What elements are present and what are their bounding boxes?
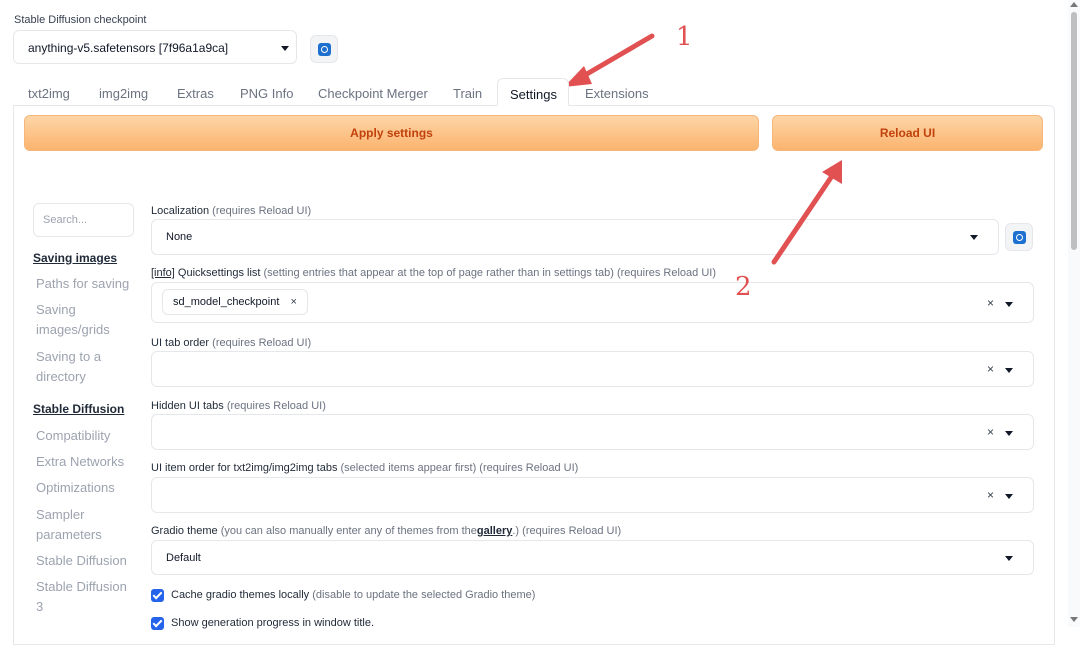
localization-value: None <box>166 231 193 243</box>
checkpoint-refresh-button[interactable] <box>310 35 338 63</box>
tab-settings-label: Settings <box>510 87 557 102</box>
sidebar-item-saving-images-grids[interactable]: Saving images/grids <box>36 300 136 340</box>
refresh-icon <box>1013 231 1026 244</box>
hidden-tabs-note: (requires Reload UI) <box>226 400 326 412</box>
item-order-multiselect[interactable]: × <box>151 477 1034 513</box>
localization-refresh-button[interactable] <box>1005 223 1033 251</box>
sidebar-item-sampler-parameters[interactable]: Sampler parameters <box>36 505 136 545</box>
gradio-theme-title: Gradio theme <box>151 525 218 537</box>
settings-search-input[interactable]: Search... <box>33 203 134 237</box>
tab-txt2img[interactable]: txt2img <box>28 86 70 101</box>
quicksettings-info-link[interactable]: [info] <box>151 267 175 279</box>
sidebar-item-saving-to-a-directory[interactable]: Saving to a directory <box>36 347 136 387</box>
hidden-tabs-multiselect[interactable]: × <box>151 414 1034 450</box>
tab-order-label: UI tab order (requires Reload UI) <box>151 337 311 349</box>
sidebar-item-stable-diffusion-3[interactable]: Stable Diffusion 3 <box>36 577 136 617</box>
quicksettings-label: [info] Quicksettings list (setting entri… <box>151 267 716 279</box>
clear-icon[interactable]: × <box>987 296 994 310</box>
tab-extensions[interactable]: Extensions <box>585 86 649 101</box>
checkpoint-label: Stable Diffusion checkpoint <box>14 14 147 26</box>
show-progress-label: Show generation progress in window title… <box>171 617 375 629</box>
chip-label: sd_model_checkpoint <box>173 296 280 308</box>
clear-icon[interactable]: × <box>987 425 994 439</box>
quicksettings-multiselect[interactable]: sd_model_checkpoint × × <box>151 282 1034 323</box>
show-progress-checkbox[interactable] <box>151 617 164 630</box>
sidebar-item-paths-for-saving[interactable]: Paths for saving <box>36 274 136 294</box>
gradio-theme-value: Default <box>166 552 201 564</box>
tab-order-title: UI tab order <box>151 337 210 349</box>
quicksettings-chip: sd_model_checkpoint × <box>162 289 308 315</box>
tab-settings[interactable]: Settings <box>497 78 569 106</box>
scroll-down-icon[interactable] <box>1070 617 1078 622</box>
hidden-tabs-label: Hidden UI tabs (requires Reload UI) <box>151 400 326 412</box>
chevron-down-icon <box>1005 556 1013 561</box>
cache-themes-title: Cache gradio themes locally <box>171 589 310 601</box>
chevron-down-icon[interactable] <box>1005 302 1013 307</box>
sidebar-item-stable-diffusion[interactable]: Stable Diffusion <box>36 551 136 571</box>
item-order-note: (selected items appear first) (requires … <box>340 462 579 474</box>
clear-icon[interactable]: × <box>987 488 994 502</box>
refresh-icon <box>318 43 331 56</box>
sidebar-item-optimizations[interactable]: Optimizations <box>36 478 136 498</box>
localization-label: Localization (requires Reload UI) <box>151 205 311 217</box>
quicksettings-title: Quicksettings list <box>177 267 261 279</box>
chevron-down-icon[interactable] <box>1005 431 1013 436</box>
item-order-label: UI item order for txt2img/img2img tabs (… <box>151 462 578 474</box>
gallery-link[interactable]: gallery <box>477 525 512 537</box>
cache-themes-checkbox[interactable] <box>151 589 164 602</box>
chevron-down-icon[interactable] <box>1005 368 1013 373</box>
checkpoint-value: anything-v5.safetensors [7f96a1a9ca] <box>28 41 229 55</box>
gradio-theme-note-post: .) (requires Reload UI) <box>512 525 622 537</box>
cache-themes-label: Cache gradio themes locally (disable to … <box>171 589 535 601</box>
scrollbar-thumb[interactable] <box>1071 12 1077 250</box>
tab-order-note: (requires Reload UI) <box>212 337 312 349</box>
clear-icon[interactable]: × <box>987 362 994 376</box>
tab-checkpoint-merger[interactable]: Checkpoint Merger <box>318 86 428 101</box>
checkpoint-dropdown[interactable]: anything-v5.safetensors [7f96a1a9ca] <box>13 30 297 64</box>
gradio-theme-label: Gradio theme (you can also manually ente… <box>151 525 621 537</box>
gradio-theme-dropdown[interactable]: Default <box>151 540 1034 575</box>
chip-remove-icon[interactable]: × <box>290 296 296 308</box>
tab-extras[interactable]: Extras <box>177 86 214 101</box>
reload-ui-button[interactable]: Reload UI <box>772 115 1043 151</box>
quicksettings-note: (setting entries that appear at the top … <box>263 267 716 279</box>
tab-order-multiselect[interactable]: × <box>151 351 1034 387</box>
gradio-theme-note-pre: (you can also manually enter any of them… <box>220 525 477 537</box>
scroll-up-icon[interactable] <box>1070 2 1078 7</box>
search-placeholder: Search... <box>43 214 88 226</box>
sidebar-item-compatibility[interactable]: Compatibility <box>36 426 136 446</box>
hidden-tabs-title: Hidden UI tabs <box>151 400 224 412</box>
sidebar-section-stable-diffusion[interactable]: Stable Diffusion <box>33 402 124 416</box>
sidebar-item-extra-networks[interactable]: Extra Networks <box>36 452 136 472</box>
localization-dropdown[interactable]: None <box>151 219 999 255</box>
chevron-down-icon <box>281 46 289 51</box>
chevron-down-icon[interactable] <box>1005 494 1013 499</box>
tab-png-info[interactable]: PNG Info <box>240 86 293 101</box>
annotation-number-1: 1 <box>676 22 693 52</box>
tab-train[interactable]: Train <box>453 86 482 101</box>
tab-img2img[interactable]: img2img <box>99 86 148 101</box>
sidebar-section-saving-images[interactable]: Saving images <box>33 251 117 265</box>
chevron-down-icon <box>970 235 978 240</box>
localization-note: (requires Reload UI) <box>212 205 312 217</box>
annotation-number-2: 2 <box>735 272 752 302</box>
cache-themes-note: (disable to update the selected Gradio t… <box>312 589 536 601</box>
apply-settings-button[interactable]: Apply settings <box>24 115 759 151</box>
item-order-title: UI item order for txt2img/img2img tabs <box>151 462 338 474</box>
annotation-arrow-1 <box>564 33 655 87</box>
localization-title: Localization <box>151 205 210 217</box>
